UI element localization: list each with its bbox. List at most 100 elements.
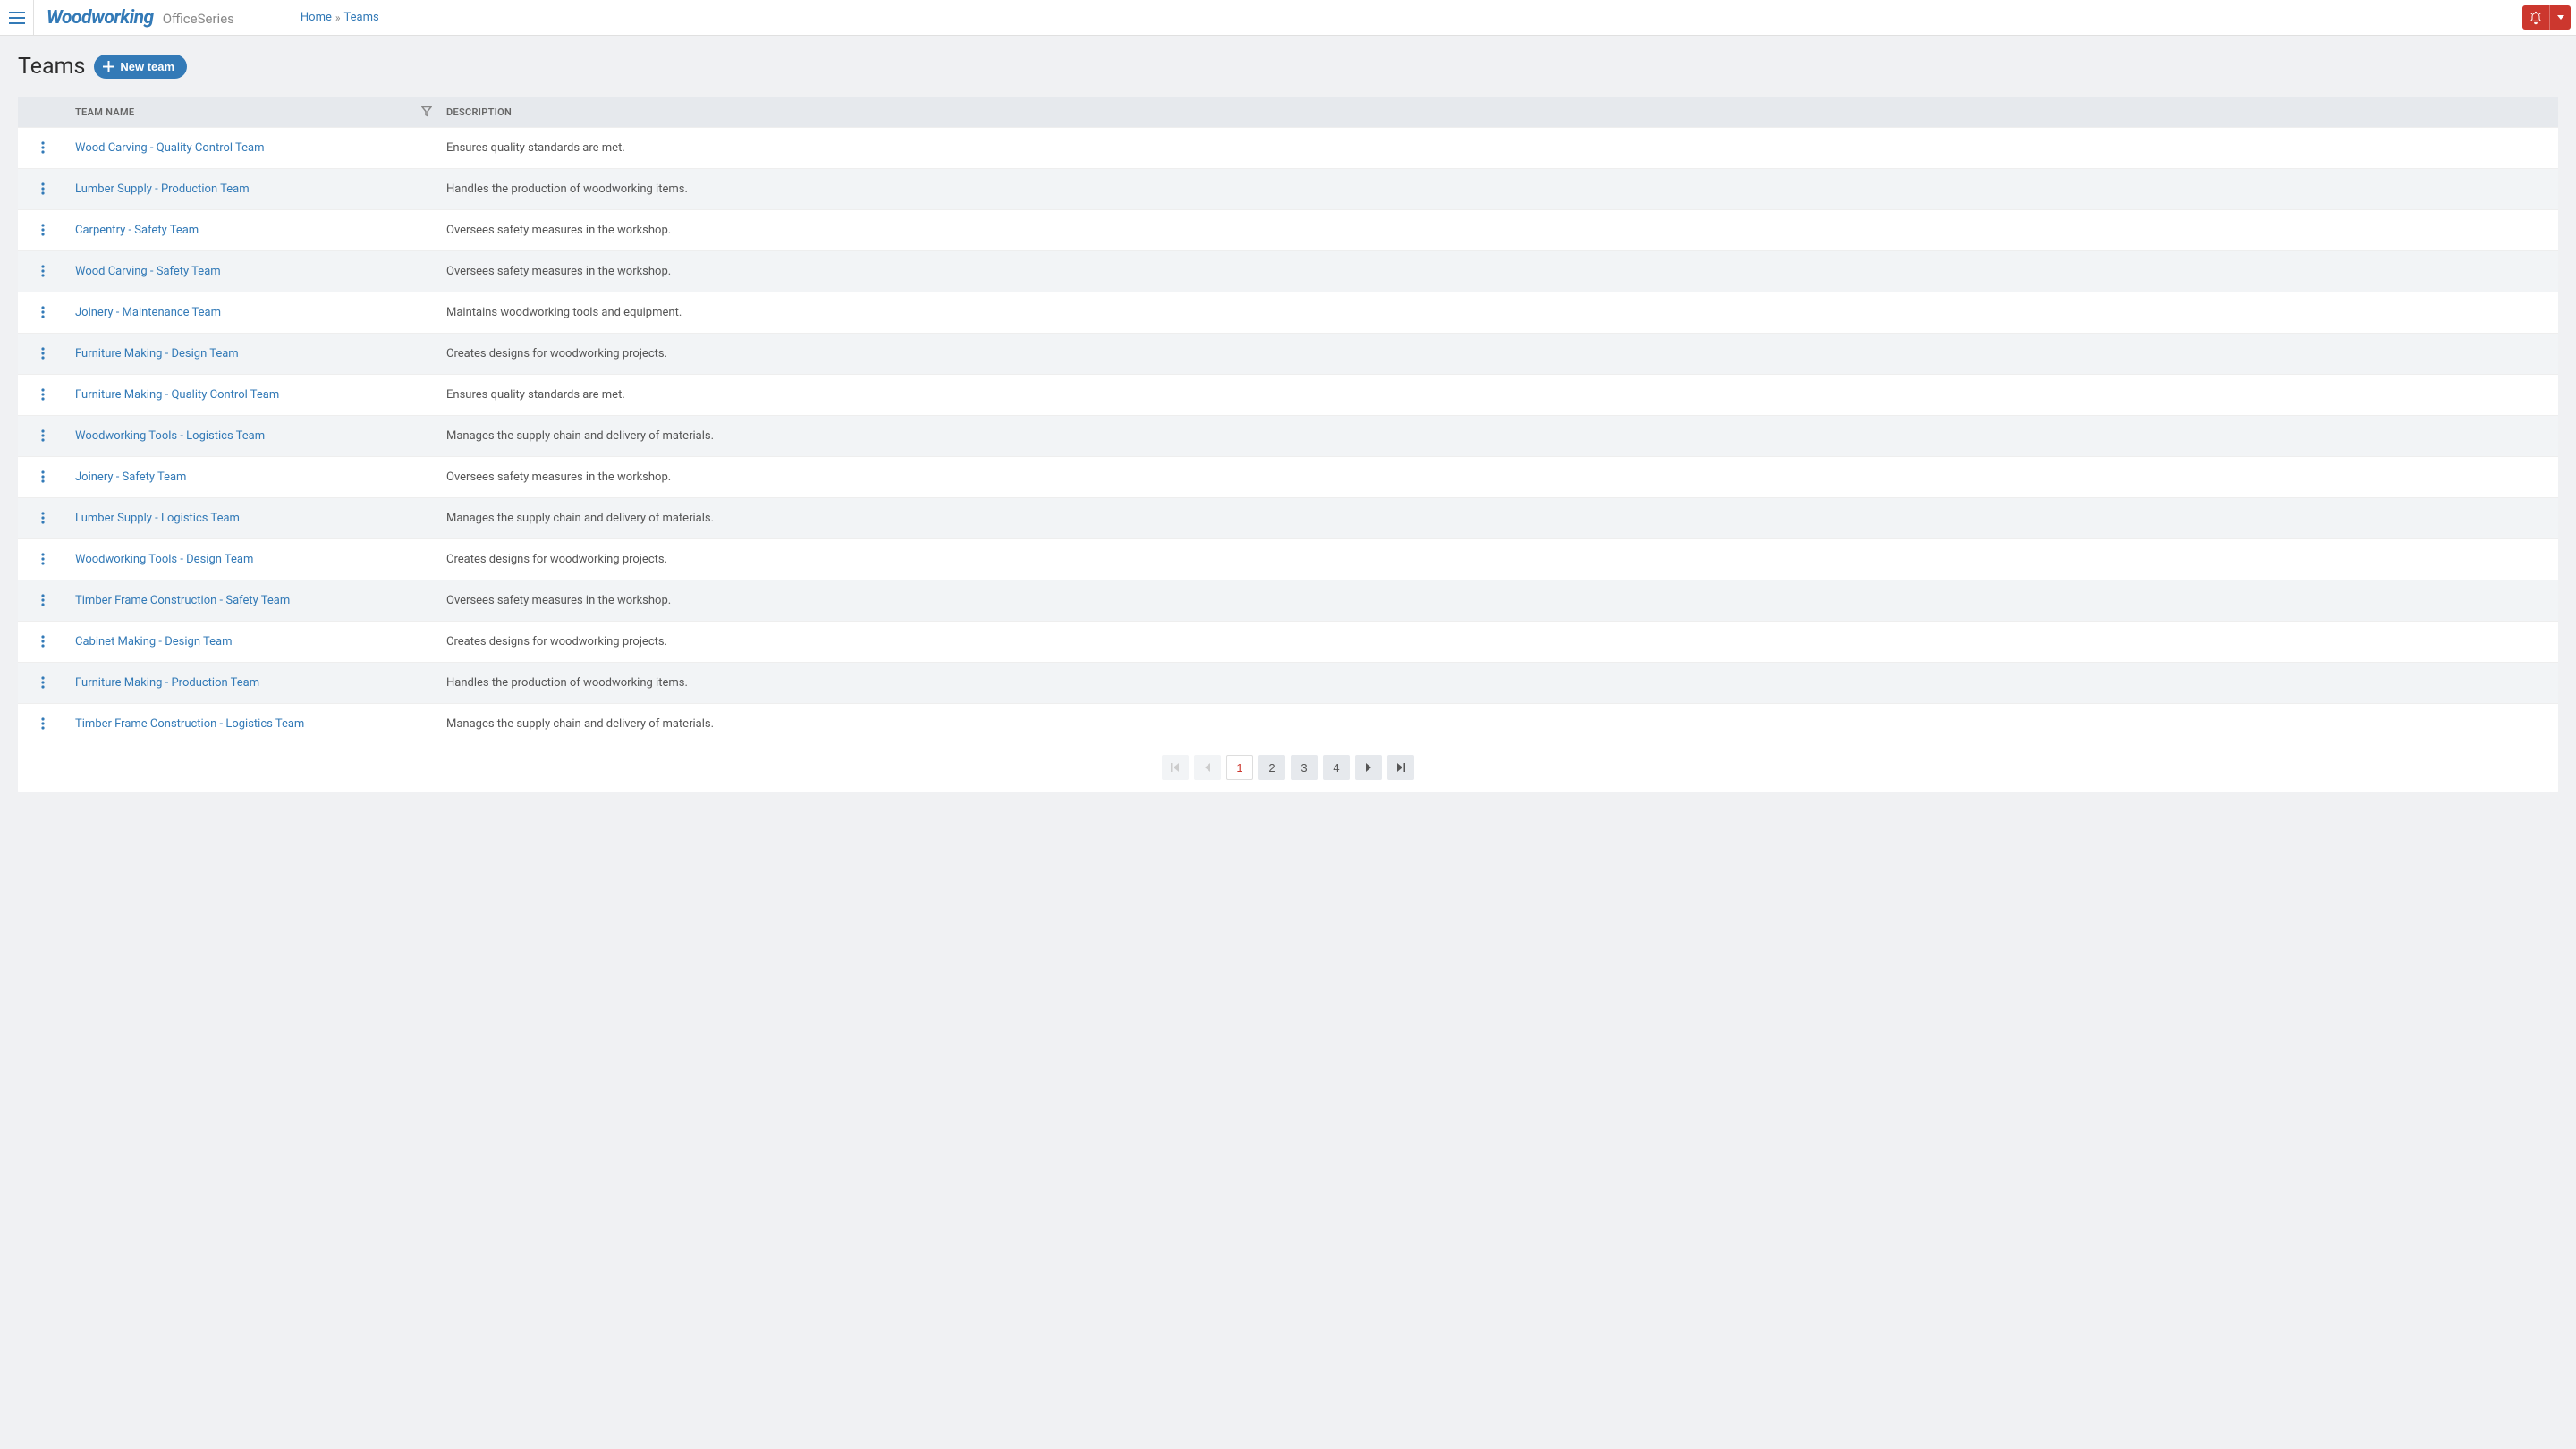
team-link[interactable]: Furniture Making - Design Team [75,347,239,360]
brand-name: Woodworking [47,7,154,29]
team-link[interactable]: Furniture Making - Production Team [75,676,259,690]
new-team-button[interactable]: New team [94,55,187,79]
row-actions-cell [18,498,68,539]
breadcrumb-separator: » [335,12,341,24]
team-link[interactable]: Wood Carving - Quality Control Team [75,141,265,155]
team-name-cell: Wood Carving - Quality Control Team [68,128,439,169]
row-menu-button[interactable] [34,427,52,445]
row-menu-button[interactable] [34,674,52,691]
row-menu-button[interactable] [34,180,52,198]
team-name-cell: Lumber Supply - Logistics Team [68,498,439,539]
team-link[interactable]: Timber Frame Construction - Logistics Te… [75,717,304,731]
team-name-cell: Lumber Supply - Production Team [68,169,439,210]
dots-vertical-icon [41,429,45,442]
team-link[interactable]: Joinery - Maintenance Team [75,306,221,319]
row-menu-button[interactable] [34,468,52,486]
team-link[interactable]: Timber Frame Construction - Safety Team [75,594,290,607]
team-description-cell: Oversees safety measures in the workshop… [439,580,2558,622]
team-name-cell: Woodworking Tools - Design Team [68,539,439,580]
team-link[interactable]: Wood Carving - Safety Team [75,265,221,278]
row-menu-button[interactable] [34,550,52,568]
column-description[interactable]: Description [439,97,2558,128]
pagination: 1234 [18,744,2558,792]
row-menu-button[interactable] [34,262,52,280]
dots-vertical-icon [41,182,45,195]
table-row: Woodworking Tools - Logistics Team Manage… [18,416,2558,457]
column-description-label: Description [446,106,512,118]
dots-vertical-icon [41,553,45,565]
row-menu-button[interactable] [34,509,52,527]
row-menu-button[interactable] [34,632,52,650]
row-menu-button[interactable] [34,221,52,239]
alerts-dropdown[interactable] [2549,5,2571,30]
caret-down-icon [2557,15,2564,20]
dots-vertical-icon [41,388,45,401]
bell-alert-icon [2529,11,2543,25]
team-description-cell: Ensures quality standards are met. [439,128,2558,169]
row-menu-button[interactable] [34,715,52,733]
table-row: Carpentry - Safety Team Oversees safety m… [18,210,2558,251]
team-description-cell: Manages the supply chain and delivery of… [439,416,2558,457]
team-name-cell: Woodworking Tools - Logistics Team [68,416,439,457]
team-link[interactable]: Lumber Supply - Production Team [75,182,250,196]
row-actions-cell [18,251,68,292]
dots-vertical-icon [41,306,45,318]
table-row: Joinery - Safety Team Oversees safety mea… [18,457,2558,498]
page-prev[interactable] [1194,755,1221,780]
table-row: Furniture Making - Design TeamCreates de… [18,334,2558,375]
page-3[interactable]: 3 [1291,755,1318,780]
page-content: Teams New team Team Name Description [0,36,2576,810]
row-actions-cell [18,704,68,745]
teams-table: Team Name Description Wood Carving - Qua… [18,97,2558,744]
team-name-cell: Furniture Making - Quality Control Team [68,375,439,416]
page-first[interactable] [1162,755,1189,780]
table-row: Wood Carving - Quality Control Team Ensur… [18,128,2558,169]
column-team-name[interactable]: Team Name [68,97,439,128]
row-menu-button[interactable] [34,386,52,403]
row-menu-button[interactable] [34,591,52,609]
team-description-cell: Creates designs for woodworking projects… [439,622,2558,663]
dots-vertical-icon [41,635,45,648]
team-description-cell: Creates designs for woodworking projects… [439,539,2558,580]
alerts-button[interactable] [2522,5,2549,30]
page-1[interactable]: 1 [1226,755,1253,780]
next-page-icon [1364,763,1373,772]
column-team-name-label: Team Name [75,106,134,118]
page-4[interactable]: 4 [1323,755,1350,780]
page-2[interactable]: 2 [1258,755,1285,780]
page-header: Teams New team [18,54,2558,80]
row-actions-cell [18,292,68,334]
row-actions-cell [18,210,68,251]
header-right [2522,0,2576,35]
team-description-cell: Ensures quality standards are met. [439,375,2558,416]
team-link[interactable]: Furniture Making - Quality Control Team [75,388,279,402]
team-description-cell: Oversees safety measures in the workshop… [439,457,2558,498]
row-menu-button[interactable] [34,344,52,362]
team-description-cell: Manages the supply chain and delivery of… [439,498,2558,539]
team-description-cell: Oversees safety measures in the workshop… [439,251,2558,292]
row-menu-button[interactable] [34,139,52,157]
dots-vertical-icon [41,676,45,689]
new-team-label: New team [120,60,174,73]
menu-toggle[interactable] [0,0,34,36]
prev-page-icon [1203,763,1212,772]
dots-vertical-icon [41,717,45,730]
table-row: Timber Frame Construction - Safety Team O… [18,580,2558,622]
team-link[interactable]: Lumber Supply - Logistics Team [75,512,240,525]
row-actions-cell [18,622,68,663]
team-description-cell: Oversees safety measures in the workshop… [439,210,2558,251]
team-link[interactable]: Woodworking Tools - Design Team [75,553,253,566]
breadcrumb-home[interactable]: Home [301,11,332,24]
team-link[interactable]: Woodworking Tools - Logistics Team [75,429,265,443]
team-description-cell: Handles the production of woodworking it… [439,169,2558,210]
page-last[interactable] [1387,755,1414,780]
dots-vertical-icon [41,470,45,483]
team-link[interactable]: Joinery - Safety Team [75,470,186,484]
team-link[interactable]: Cabinet Making - Design Team [75,635,232,648]
team-link[interactable]: Carpentry - Safety Team [75,224,199,237]
filter-button[interactable] [421,106,432,119]
dots-vertical-icon [41,265,45,277]
row-menu-button[interactable] [34,303,52,321]
page-next[interactable] [1355,755,1382,780]
team-name-cell: Timber Frame Construction - Logistics Te… [68,704,439,745]
